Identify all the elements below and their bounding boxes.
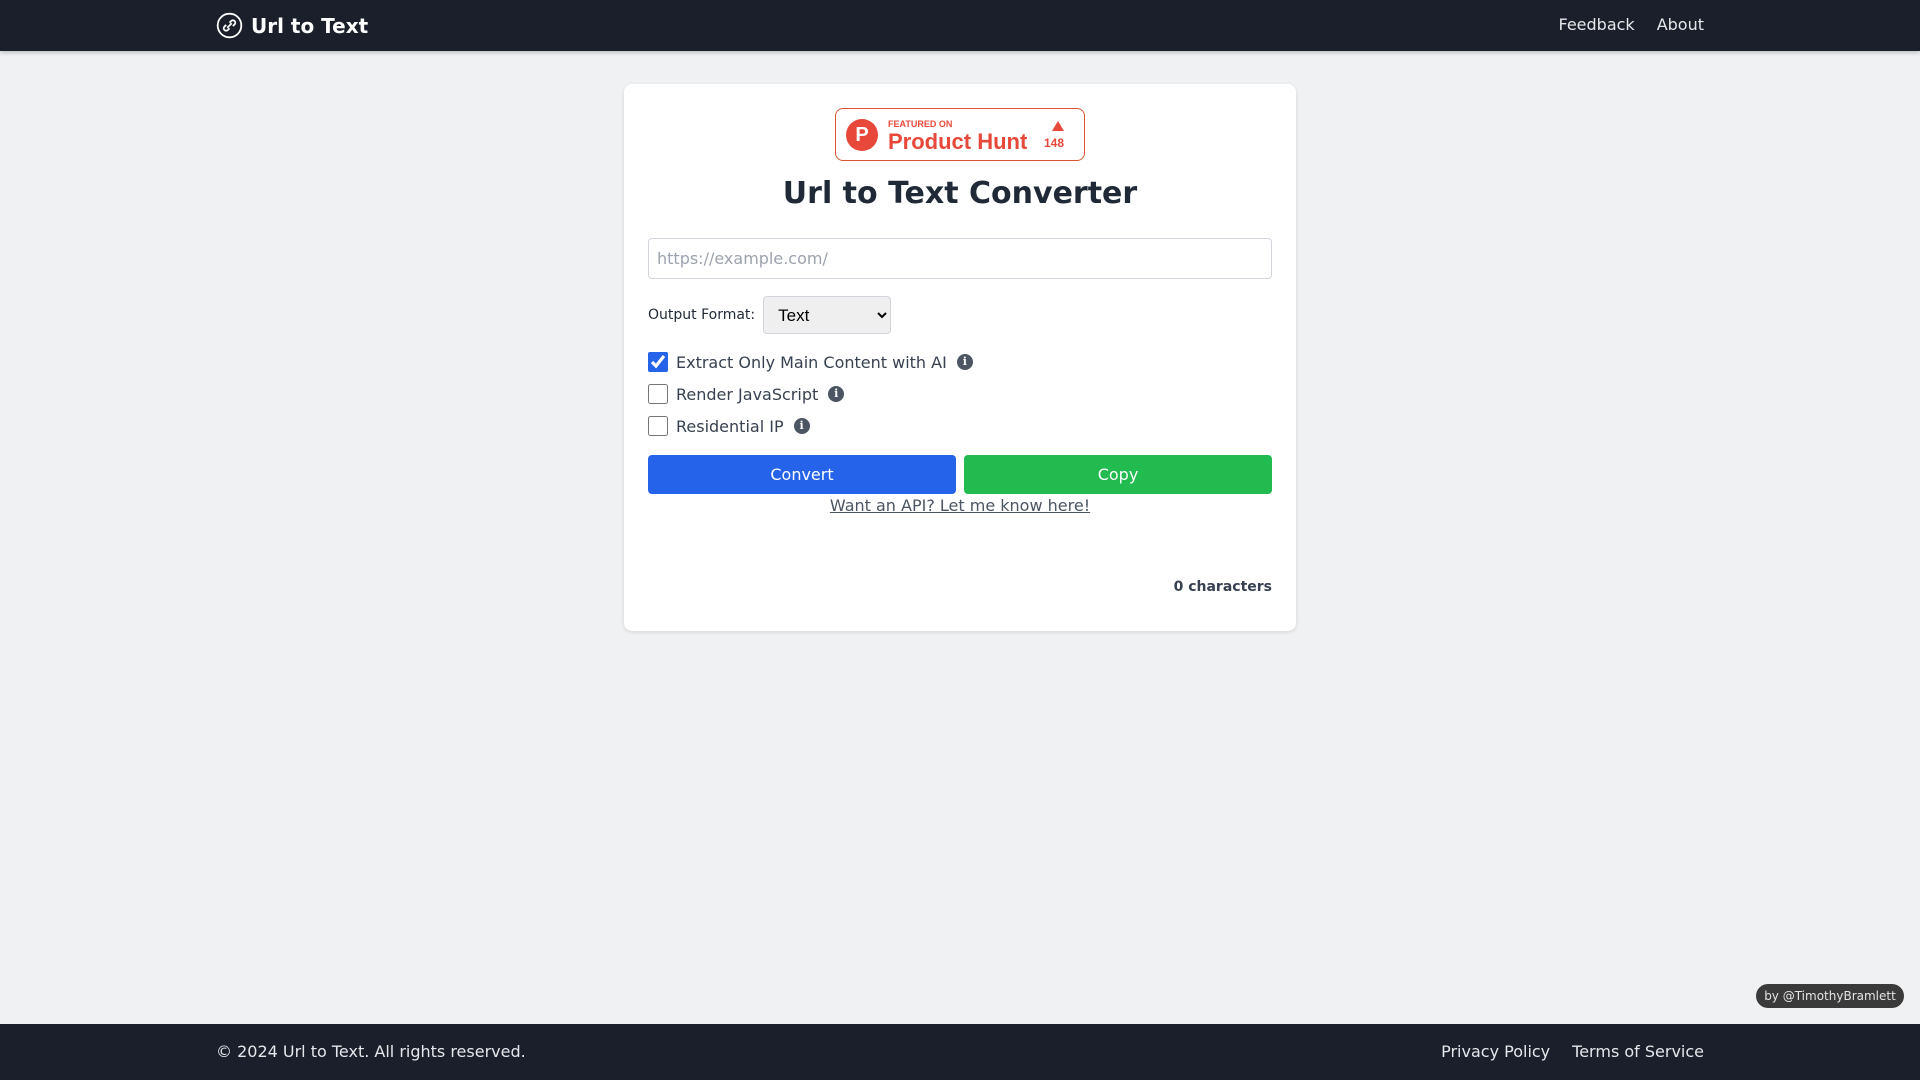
footer: © 2024 Url to Text. All rights reserved.… [0,1024,1920,1080]
option-render-js[interactable]: Render JavaScript i [648,384,845,404]
badge-votes: 148 [1044,136,1065,150]
terms-link[interactable]: Terms of Service [1572,1042,1704,1061]
nav: Feedback About [1558,15,1704,34]
badge-featured-text: FEATURED ON [888,119,953,129]
converter-card: P FEATURED ON Product Hunt 148 Url to Te… [624,84,1296,631]
option-label: Residential IP [676,416,784,436]
option-extract-main[interactable]: Extract Only Main Content with AI i [648,352,973,372]
upvote-icon [1052,121,1064,131]
output-format-row: Output Format: Text [648,296,892,334]
privacy-policy-link[interactable]: Privacy Policy [1441,1042,1550,1061]
option-residential-ip[interactable]: Residential IP i [648,416,810,436]
character-count: 0 characters [1173,579,1272,595]
residential-ip-checkbox[interactable] [648,416,668,436]
info-icon[interactable]: i [956,354,973,370]
nav-feedback[interactable]: Feedback [1558,15,1634,34]
output-format-label: Output Format: [648,307,756,323]
header: Url to Text Feedback About [0,0,1920,51]
convert-button[interactable]: Convert [648,455,956,494]
info-icon[interactable]: i [828,386,845,402]
product-hunt-logo-icon: P [846,119,878,151]
copyright: © 2024 Url to Text. All rights reserved. [216,1042,526,1061]
credit-badge[interactable]: by @TimothyBramlett [1756,984,1904,1008]
api-link[interactable]: Want an API? Let me know here! [624,496,1296,515]
extract-main-checkbox[interactable] [648,352,668,372]
logo[interactable]: Url to Text [216,12,368,39]
badge-name: Product Hunt [888,129,1028,154]
url-input[interactable] [648,238,1272,279]
info-icon[interactable]: i [793,418,810,434]
nav-about[interactable]: About [1657,15,1704,34]
app-title: Url to Text [251,13,369,38]
render-js-checkbox[interactable] [648,384,668,404]
output-format-select[interactable]: Text [763,296,892,334]
option-label: Extract Only Main Content with AI [676,352,947,372]
copy-button[interactable]: Copy [964,455,1272,494]
page-title: Url to Text Converter [782,176,1138,211]
link-circle-icon [216,12,243,39]
product-hunt-badge[interactable]: P FEATURED ON Product Hunt 148 [835,108,1085,161]
option-label: Render JavaScript [676,384,819,404]
